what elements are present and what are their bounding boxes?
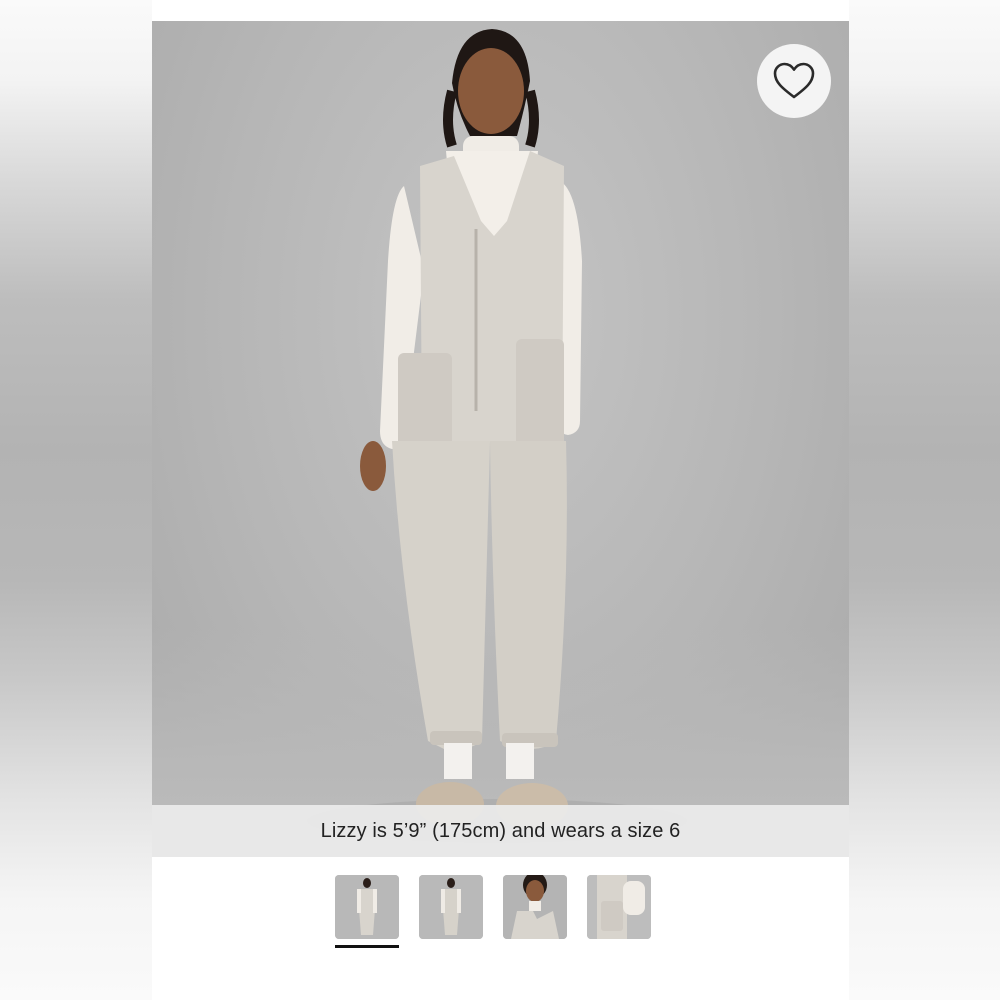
- thumbnail-1[interactable]: [335, 875, 399, 939]
- model-size-caption-bar: Lizzy is 5’9” (175cm) and wears a size 6: [152, 805, 849, 857]
- heart-icon: [773, 62, 815, 99]
- product-gallery: Lizzy is 5’9” (175cm) and wears a size 6: [152, 0, 849, 1000]
- thumbnail-2[interactable]: [419, 875, 483, 939]
- thumbnail-4[interactable]: [587, 875, 651, 939]
- model-size-caption: Lizzy is 5’9” (175cm) and wears a size 6: [320, 819, 681, 842]
- product-main-image: Lizzy is 5’9” (175cm) and wears a size 6: [152, 21, 849, 857]
- blurred-backdrop-left: [0, 0, 152, 1000]
- model-photo: [307, 29, 687, 843]
- wishlist-button[interactable]: [757, 44, 831, 118]
- blurred-backdrop-right: [848, 0, 1000, 1000]
- active-thumbnail-indicator: [335, 945, 399, 948]
- thumbnail-strip: [152, 875, 849, 955]
- thumbnail-3[interactable]: [503, 875, 567, 939]
